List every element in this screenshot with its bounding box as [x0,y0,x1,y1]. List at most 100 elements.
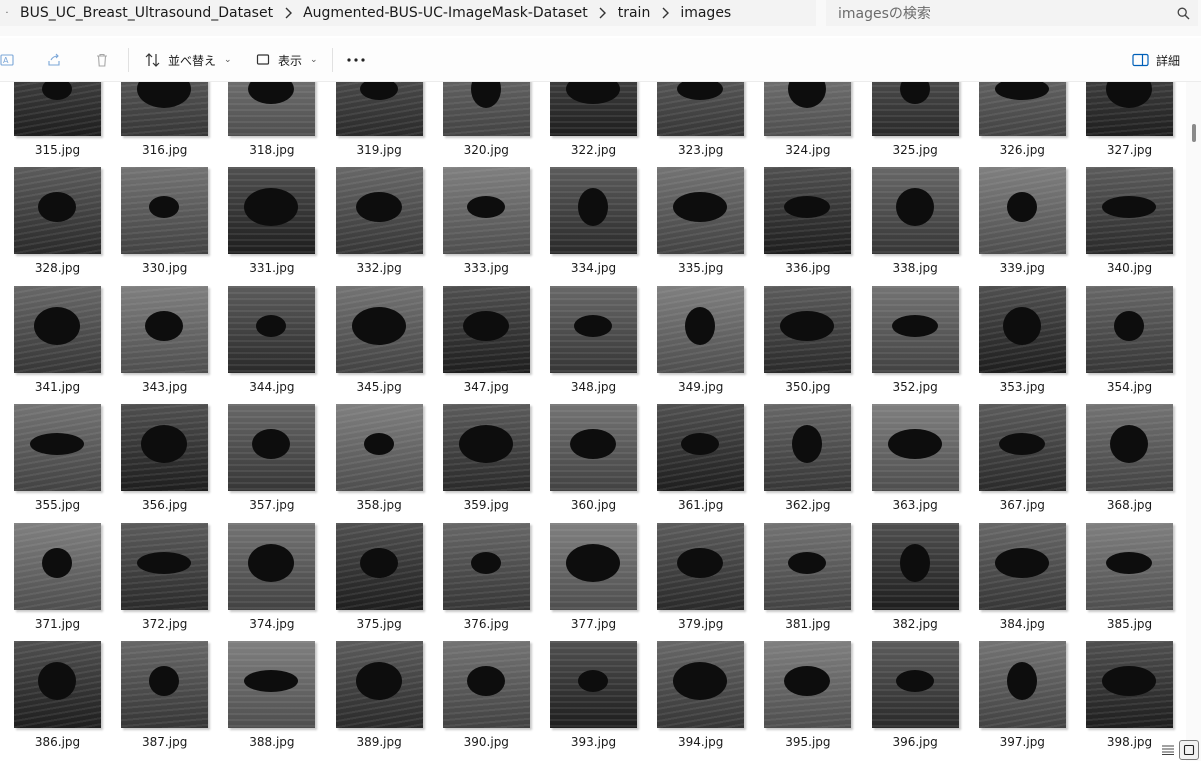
chevron-right-icon[interactable] [656,7,674,19]
file-name-label[interactable]: 389.jpg [326,735,433,749]
file-thumbnail[interactable] [550,641,637,728]
file-thumbnail[interactable] [442,82,530,136]
file-name-label[interactable]: 347.jpg [433,380,540,394]
file-thumbnail[interactable] [1086,641,1173,728]
file-name-label[interactable]: 333.jpg [433,261,540,275]
file-thumbnail[interactable] [335,285,423,373]
file-name-label[interactable]: 385.jpg [1076,617,1183,631]
file-name-label[interactable]: 388.jpg [218,735,325,749]
file-name-label[interactable]: 356.jpg [111,498,218,512]
file-name-label[interactable]: 338.jpg [862,261,969,275]
file-name-label[interactable]: 343.jpg [111,380,218,394]
file-thumbnail[interactable] [442,285,530,373]
file-name-label[interactable]: 395.jpg [754,735,861,749]
file-thumbnail[interactable] [550,522,637,610]
file-thumbnail[interactable] [550,285,637,373]
file-thumbnail[interactable] [228,641,316,728]
file-thumbnail[interactable] [121,167,209,255]
file-thumbnail[interactable] [1086,167,1173,255]
file-name-label[interactable]: 334.jpg [540,261,647,275]
file-name-label[interactable]: 325.jpg [862,143,969,157]
file-name-label[interactable]: 327.jpg [1076,143,1183,157]
file-name-label[interactable]: 376.jpg [433,617,540,631]
file-thumbnail[interactable] [978,285,1066,373]
file-name-label[interactable]: 394.jpg [647,735,754,749]
file-thumbnail[interactable] [228,167,316,255]
file-name-label[interactable]: 357.jpg [218,498,325,512]
file-name-label[interactable]: 326.jpg [969,143,1076,157]
file-thumbnail[interactable] [657,641,745,728]
file-name-label[interactable]: 393.jpg [540,735,647,749]
file-thumbnail[interactable] [1086,522,1173,610]
file-name-label[interactable]: 390.jpg [433,735,540,749]
file-thumbnail[interactable] [871,522,959,610]
file-thumbnail[interactable] [442,641,530,728]
file-thumbnail[interactable] [657,167,745,255]
file-thumbnail[interactable] [871,285,959,373]
breadcrumb-item-dataset[interactable]: BUS_UC_Breast_Ultrasound_Dataset [14,5,279,21]
file-name-label[interactable]: 361.jpg [647,498,754,512]
file-thumbnail[interactable] [871,641,959,728]
file-thumbnail[interactable] [764,522,852,610]
file-thumbnail[interactable] [978,641,1066,728]
file-name-label[interactable]: 335.jpg [647,261,754,275]
file-thumbnail[interactable] [657,82,745,136]
file-name-label[interactable]: 316.jpg [111,143,218,157]
file-thumbnail[interactable] [657,404,745,492]
file-name-label[interactable]: 379.jpg [647,617,754,631]
file-name-label[interactable]: 322.jpg [540,143,647,157]
file-name-label[interactable]: 386.jpg [4,735,111,749]
file-thumbnail[interactable] [14,641,101,728]
file-thumbnail[interactable] [335,641,423,728]
file-thumbnail[interactable] [14,82,101,136]
file-thumbnail[interactable] [657,522,745,610]
file-thumbnail[interactable] [14,285,101,373]
file-name-label[interactable]: 336.jpg [754,261,861,275]
file-thumbnail[interactable] [442,522,530,610]
file-name-label[interactable]: 384.jpg [969,617,1076,631]
file-thumbnail[interactable] [1086,404,1173,492]
file-thumbnail[interactable] [550,404,637,492]
rename-icon[interactable]: A [0,45,16,75]
view-button[interactable]: 表示 ⌄ [256,45,318,75]
file-name-label[interactable]: 374.jpg [218,617,325,631]
file-thumbnail[interactable] [335,167,423,255]
file-thumbnail[interactable] [14,522,101,610]
breadcrumb[interactable]: · BUS_UC_Breast_Ultrasound_Dataset Augme… [0,0,816,26]
file-name-label[interactable]: 348.jpg [540,380,647,394]
file-name-label[interactable]: 371.jpg [4,617,111,631]
file-name-label[interactable]: 362.jpg [754,498,861,512]
file-name-label[interactable]: 377.jpg [540,617,647,631]
search-icon[interactable] [1168,7,1198,20]
file-thumbnail[interactable] [442,404,530,492]
file-name-label[interactable]: 367.jpg [969,498,1076,512]
breadcrumb-item-train[interactable]: train [612,5,657,21]
file-thumbnail[interactable] [14,167,101,255]
file-name-label[interactable]: 396.jpg [862,735,969,749]
file-list[interactable]: 315.jpg 316.jpg 318.jpg 319.jpg 320.jpg 322.j… [0,82,1186,761]
file-name-label[interactable]: 349.jpg [647,380,754,394]
scrollbar-thumb[interactable] [1192,124,1196,142]
file-thumbnail[interactable] [871,82,959,136]
file-name-label[interactable]: 339.jpg [969,261,1076,275]
file-thumbnail[interactable] [228,285,316,373]
file-name-label[interactable]: 345.jpg [326,380,433,394]
file-name-label[interactable]: 360.jpg [540,498,647,512]
file-thumbnail[interactable] [121,404,209,492]
file-thumbnail[interactable] [978,82,1066,136]
file-thumbnail[interactable] [764,641,852,728]
file-name-label[interactable]: 353.jpg [969,380,1076,394]
file-name-label[interactable]: 363.jpg [862,498,969,512]
file-thumbnail[interactable] [442,167,530,255]
file-thumbnail[interactable] [335,404,423,492]
chevron-right-icon[interactable] [279,7,297,19]
file-name-label[interactable]: 354.jpg [1076,380,1183,394]
file-name-label[interactable]: 350.jpg [754,380,861,394]
file-thumbnail[interactable] [550,82,637,136]
file-name-label[interactable]: 387.jpg [111,735,218,749]
file-name-label[interactable]: 319.jpg [326,143,433,157]
chevron-right-icon[interactable] [594,7,612,19]
file-name-label[interactable]: 330.jpg [111,261,218,275]
search-input[interactable]: imagesの検索 [838,3,1168,23]
file-thumbnail[interactable] [978,522,1066,610]
